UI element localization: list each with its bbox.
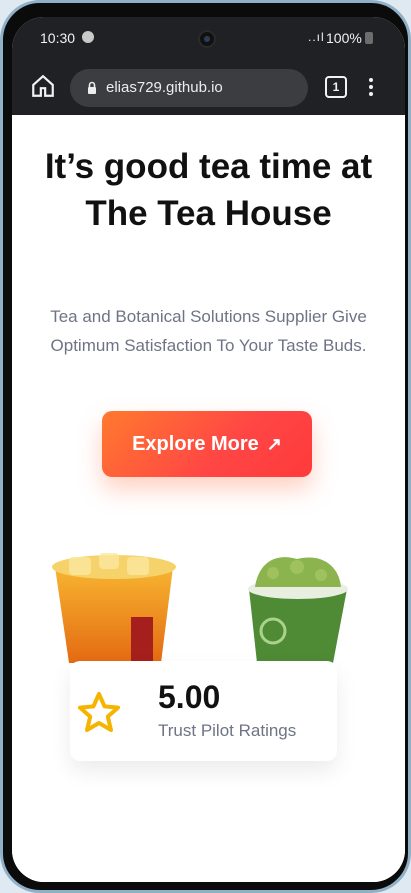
rating-card: 5.00 Trust Pilot Ratings — [70, 661, 337, 761]
explore-more-button[interactable]: Explore More ↗ — [102, 411, 312, 477]
rating-value: 5.00 — [158, 679, 221, 715]
explore-more-label: Explore More — [132, 432, 259, 455]
tab-switcher-icon[interactable]: 1 — [325, 76, 347, 98]
battery-text: 100% — [326, 30, 362, 46]
signal-icon: ..ıl — [308, 30, 325, 44]
front-camera — [198, 30, 216, 48]
iced-tea-cup-image — [52, 553, 176, 663]
matcha-cup-image — [248, 557, 348, 663]
url-text: elias729.github.io — [106, 79, 223, 96]
hero-headline: It’s good tea time at The Tea House — [44, 147, 373, 233]
more-menu-icon[interactable] — [367, 75, 375, 97]
phone-frame: 10:30 ..ıl 100% elias729.github.io 1 It’… — [0, 0, 411, 893]
status-time: 10:30 — [40, 30, 76, 46]
lock-icon — [88, 81, 96, 94]
rating-label: Trust Pilot Ratings — [158, 721, 297, 740]
spotify-icon — [82, 31, 94, 43]
home-icon[interactable] — [30, 73, 56, 99]
browser-toolbar: elias729.github.io 1 — [12, 61, 405, 115]
phone-screen: 10:30 ..ıl 100% elias729.github.io 1 It’… — [12, 17, 405, 882]
hero-subtext: Tea and Botanical Solutions Supplier Giv… — [50, 307, 367, 355]
status-bar: 10:30 ..ıl 100% — [12, 17, 405, 61]
arrow-up-right-icon: ↗ — [266, 433, 282, 454]
star-icon — [78, 692, 120, 732]
address-bar[interactable]: elias729.github.io — [70, 69, 308, 107]
battery-icon — [365, 32, 373, 44]
page-content: It’s good tea time at The Tea House Tea … — [12, 115, 405, 882]
